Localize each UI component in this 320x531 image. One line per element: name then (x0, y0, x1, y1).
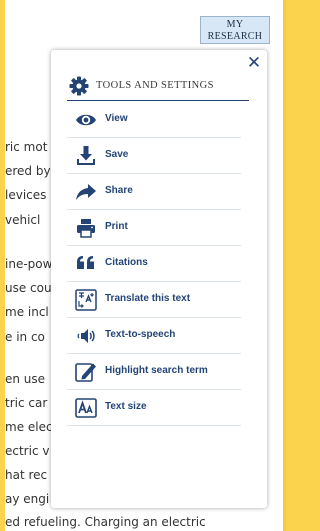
menu-item-label: Text-to-speech (105, 329, 176, 340)
article-text-line: ric mot (5, 140, 48, 154)
menu-item-label: Citations (105, 257, 148, 268)
menu-item-label: Share (105, 185, 133, 196)
my-research-label-line2: RESEARCH (207, 31, 263, 42)
quote-icon (75, 253, 97, 275)
text-size-icon (75, 397, 97, 419)
panel-header: TOOLS AND SETTINGS (67, 74, 249, 101)
translate-icon (75, 289, 97, 311)
article-text-line: e in co (5, 330, 45, 344)
download-icon (75, 145, 97, 167)
my-research-label-line1: MY (226, 19, 244, 30)
article-text-line: ectric v (5, 444, 50, 458)
menu-item-save[interactable]: Save (67, 138, 241, 174)
panel-title: TOOLS AND SETTINGS (96, 80, 214, 91)
article-text-line: ine-pow (5, 257, 53, 271)
my-research-button[interactable]: MY RESEARCH (200, 16, 270, 44)
article-text-line: hat rec (5, 468, 48, 482)
menu-item-text-size[interactable]: Text size (67, 390, 241, 426)
article-text-line: ered by (5, 164, 51, 178)
article-text-line: ay engi (5, 492, 50, 506)
article-text-line: en use (5, 372, 46, 386)
close-icon[interactable]: ✕ (245, 54, 263, 72)
article-text-line: me incl (5, 305, 49, 319)
article-text-line: vehicl (5, 213, 41, 227)
eye-icon (75, 109, 97, 131)
article-text-line: use cou (5, 281, 52, 295)
article-text-line: me elec (5, 420, 53, 434)
menu-item-citations[interactable]: Citations (67, 246, 241, 282)
tools-and-settings-panel: ✕ TOOLS AND SETTINGS View Save Share Pri… (51, 50, 267, 508)
menu-item-text-to-speech[interactable]: Text-to-speech (67, 318, 241, 354)
menu-item-view[interactable]: View (67, 102, 241, 138)
article-text-line: tric car (5, 396, 48, 410)
menu-item-highlight-search-term[interactable]: Highlight search term (67, 354, 241, 390)
menu-item-share[interactable]: Share (67, 174, 241, 210)
printer-icon (75, 217, 97, 239)
menu-item-label: Save (105, 149, 129, 160)
menu-item-label: View (105, 113, 128, 124)
speaker-icon (75, 325, 97, 347)
article-text-line: ed refueling. Charging an electric (5, 515, 206, 529)
tools-menu: View Save Share Print Citations Translat… (67, 102, 241, 426)
highlighter-icon (75, 361, 97, 383)
menu-item-print[interactable]: Print (67, 210, 241, 246)
article-text-line: levices (5, 188, 47, 202)
menu-item-label: Print (105, 221, 128, 232)
share-arrow-icon (75, 181, 97, 203)
menu-item-label: Translate this text (105, 293, 191, 304)
page-edge (283, 0, 286, 531)
menu-item-translate[interactable]: Translate this text (67, 282, 241, 318)
gear-icon (69, 76, 89, 96)
menu-item-label: Highlight search term (105, 365, 208, 376)
menu-item-label: Text size (105, 401, 147, 412)
